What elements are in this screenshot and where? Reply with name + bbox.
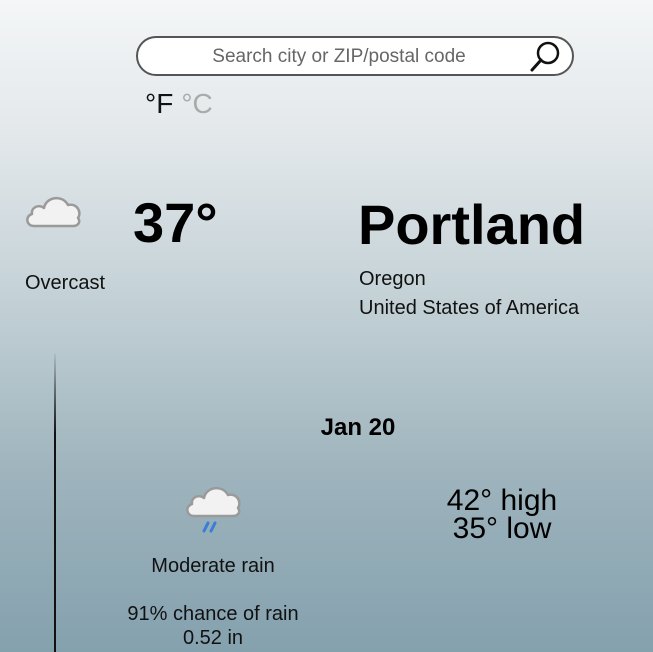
- search-icon[interactable]: [528, 40, 562, 74]
- rain-amount: 0.52 in: [182, 627, 244, 649]
- forecast-low: 35° low: [452, 512, 552, 545]
- country-name: United States of America: [359, 297, 580, 319]
- unit-toggle: °F °C: [145, 88, 213, 120]
- rain-cloud-icon: [186, 486, 241, 533]
- current-temperature: 37°: [133, 191, 218, 254]
- search-input[interactable]: [154, 42, 524, 72]
- fahrenheit-toggle[interactable]: °F: [145, 88, 173, 119]
- forecast-condition: Moderate rain: [151, 555, 275, 577]
- search-bar[interactable]: [136, 36, 574, 76]
- city-name: Portland: [358, 193, 586, 256]
- cloud-icon: [26, 196, 81, 228]
- timeline-divider: [54, 354, 56, 652]
- region-name: Oregon: [359, 268, 426, 290]
- forecast-date: Jan 20: [320, 414, 396, 441]
- current-condition: Overcast: [25, 272, 106, 294]
- celsius-toggle[interactable]: °C: [181, 88, 212, 119]
- rain-chance: 91% chance of rain: [127, 603, 299, 625]
